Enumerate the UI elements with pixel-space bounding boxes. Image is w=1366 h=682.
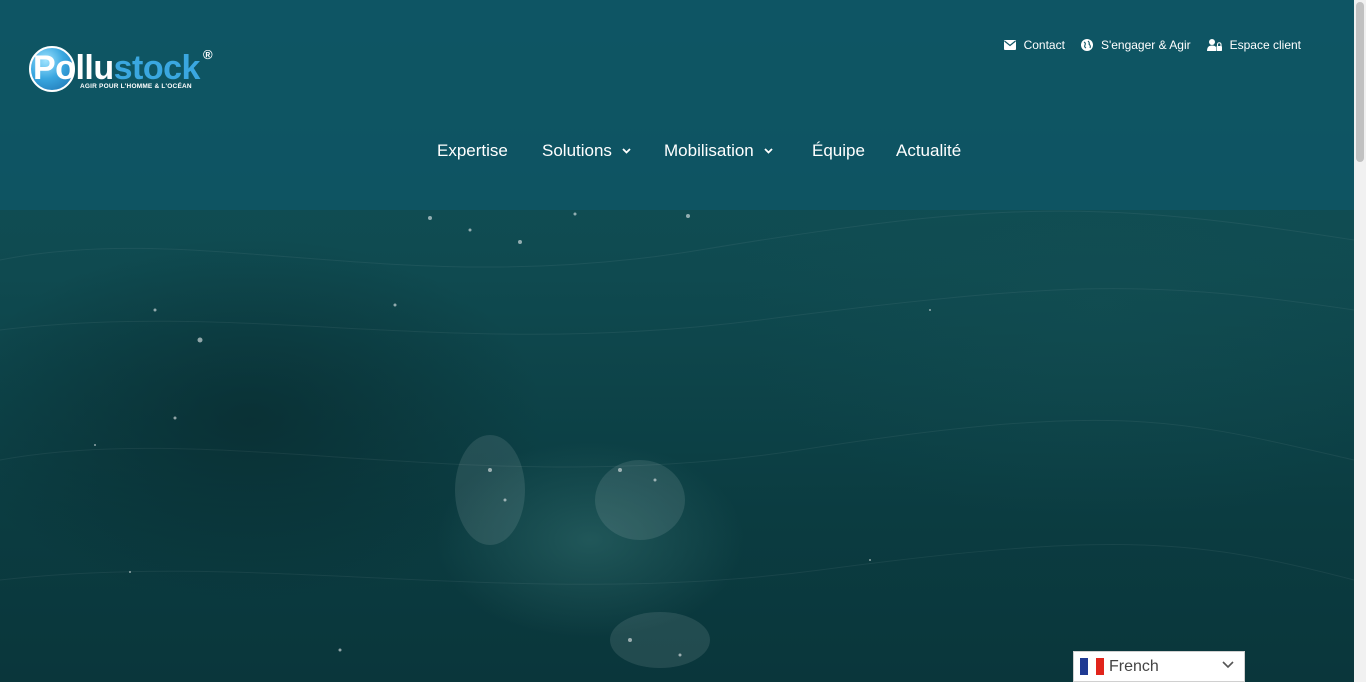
chevron-down-icon xyxy=(764,148,773,154)
globe-icon xyxy=(1080,39,1093,51)
language-selector-label: French xyxy=(1109,657,1159,675)
nav-equipe-label: Équipe xyxy=(812,141,865,160)
language-selector[interactable]: French xyxy=(1073,651,1245,682)
nav-solutions-label: Solutions xyxy=(542,141,612,160)
client-area-link-label: Espace client xyxy=(1229,38,1301,52)
scrollbar-thumb[interactable] xyxy=(1356,2,1364,162)
france-flag-icon xyxy=(1080,658,1104,675)
contact-link-label: Contact xyxy=(1023,38,1065,52)
nav-solutions[interactable]: Solutions xyxy=(542,141,631,161)
engage-link-label: S'engager & Agir xyxy=(1100,38,1191,52)
client-area-link[interactable]: Espace client xyxy=(1206,38,1301,52)
nav-expertise[interactable]: Expertise xyxy=(437,141,508,161)
chevron-down-icon xyxy=(622,148,631,154)
nav-actualite[interactable]: Actualité xyxy=(896,141,961,161)
main-navigation: Expertise Solutions Mobilisation Équipe … xyxy=(0,141,1354,165)
logo-tagline: AGIR POUR L'HOMME & L'OCÉAN xyxy=(80,83,192,90)
engage-link[interactable]: S'engager & Agir xyxy=(1080,38,1191,52)
top-utility-links: Contact S'engager & Agir Espace client xyxy=(1003,38,1301,52)
nav-expertise-label: Expertise xyxy=(437,141,508,160)
page-scrollbar[interactable] xyxy=(1354,0,1366,682)
registered-mark: ® xyxy=(203,47,213,62)
nav-mobilisation[interactable]: Mobilisation xyxy=(664,141,773,161)
contact-link[interactable]: Contact xyxy=(1003,38,1065,52)
nav-mobilisation-label: Mobilisation xyxy=(664,141,754,160)
pollustock-logo[interactable]: Pollustock ® AGIR POUR L'HOMME & L'OCÉAN xyxy=(29,45,219,97)
user-lock-icon xyxy=(1206,39,1222,51)
site-header: Pollustock ® AGIR POUR L'HOMME & L'OCÉAN… xyxy=(0,0,1354,210)
envelope-icon xyxy=(1003,40,1016,50)
nav-actualite-label: Actualité xyxy=(896,141,962,160)
chevron-down-icon xyxy=(1222,661,1234,669)
nav-equipe[interactable]: Équipe xyxy=(812,141,865,161)
